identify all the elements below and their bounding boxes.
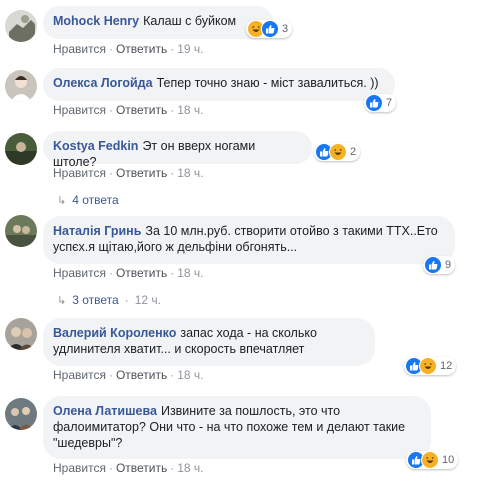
avatar[interactable] (5, 318, 37, 350)
avatar[interactable] (5, 133, 37, 165)
comment-time[interactable]: 18 ч. (177, 266, 203, 280)
comment-actions: Нравится · Ответить · 19 ч. (53, 42, 204, 56)
view-replies-link[interactable]: ↳ 3 ответа · 12 ч. (57, 293, 161, 307)
reply-button[interactable]: Ответить (116, 103, 167, 117)
reply-arrow-icon: ↳ (57, 294, 67, 307)
view-replies-link[interactable]: ↳ 4 ответа (57, 193, 119, 207)
comment-actions: Нравится · Ответить · 18 ч. (53, 103, 204, 117)
comment-time[interactable]: 18 ч. (177, 461, 203, 475)
reaction-count: 9 (445, 259, 452, 271)
comment-bubble: Kostya Fedkin Эт он вверх ногами штоле? (43, 131, 312, 169)
like-button[interactable]: Нравится (53, 461, 106, 475)
reaction-count: 2 (350, 146, 357, 158)
like-reaction-icon (424, 256, 442, 274)
haha-reaction-icon (419, 357, 437, 375)
comment-author[interactable]: Олекса Логойда (53, 76, 153, 90)
reaction-summary[interactable]: 12 (404, 357, 457, 375)
reaction-count: 7 (386, 97, 393, 109)
comment-actions: Нравится · Ответить · 18 ч. (53, 461, 204, 475)
comment-actions: Нравится · Ответить · 18 ч. (53, 266, 204, 280)
replies-count[interactable]: 4 ответа (72, 193, 118, 207)
replies-time: 12 ч. (134, 293, 161, 307)
avatar[interactable] (5, 70, 37, 102)
comment-time[interactable]: 18 ч. (177, 166, 203, 180)
avatar[interactable] (5, 215, 37, 247)
reaction-count: 12 (440, 360, 453, 372)
like-button[interactable]: Нравится (53, 103, 106, 117)
like-button[interactable]: Нравится (53, 166, 106, 180)
replies-count[interactable]: 3 ответа (72, 293, 118, 307)
reaction-count: 3 (282, 23, 289, 35)
reply-arrow-icon: ↳ (57, 194, 67, 207)
comment-bubble: Олекса Логойда Тепер точно знаю - міст за… (43, 68, 395, 101)
like-reaction-icon (365, 94, 383, 112)
like-button[interactable]: Нравится (53, 42, 106, 56)
like-button[interactable]: Нравится (53, 368, 106, 382)
haha-reaction-icon (329, 143, 347, 161)
comment-text: Калаш с буйком (143, 14, 237, 28)
comment-time[interactable]: 18 ч. (177, 368, 203, 382)
reaction-summary[interactable]: 7 (364, 94, 397, 112)
reply-button[interactable]: Ответить (116, 461, 167, 475)
reaction-count: 10 (442, 454, 455, 466)
comment-actions: Нравится · Ответить · 18 ч. (53, 368, 204, 382)
comment-time[interactable]: 18 ч. (177, 103, 203, 117)
haha-reaction-icon (421, 451, 439, 469)
reaction-summary[interactable]: 3 (246, 20, 293, 38)
comment-time[interactable]: 19 ч. (177, 42, 203, 56)
reaction-summary[interactable]: 2 (314, 143, 361, 161)
reply-button[interactable]: Ответить (116, 266, 167, 280)
avatar[interactable] (5, 398, 37, 430)
comment-author[interactable]: Валерий Короленко (53, 326, 176, 340)
comment-author[interactable]: Kostya Fedkin (53, 139, 138, 153)
comment-author[interactable]: Олена Латишева (53, 404, 157, 418)
like-button[interactable]: Нравится (53, 266, 106, 280)
comment-author[interactable]: Mohock Henry (53, 14, 139, 28)
reply-button[interactable]: Ответить (116, 42, 167, 56)
comment-bubble: Наталія Гринь За 10 млн.руб. створити ото… (43, 216, 455, 264)
reaction-summary[interactable]: 9 (423, 256, 456, 274)
comment-actions: Нравится · Ответить · 18 ч. (53, 166, 204, 180)
comment-text: Тепер точно знаю - міст завалиться. )) (156, 76, 379, 90)
reply-button[interactable]: Ответить (116, 166, 167, 180)
comment-bubble: Валерий Короленко запас хода - на сколько… (43, 318, 375, 366)
comment-bubble: Mohock Henry Калаш с буйком (43, 6, 273, 39)
like-reaction-icon (261, 20, 279, 38)
comment-author[interactable]: Наталія Гринь (53, 224, 141, 238)
comment-bubble: Олена Латишева Извините за пошлость, это … (43, 396, 431, 459)
avatar[interactable] (5, 10, 37, 42)
reply-button[interactable]: Ответить (116, 368, 167, 382)
reaction-summary[interactable]: 10 (406, 451, 459, 469)
